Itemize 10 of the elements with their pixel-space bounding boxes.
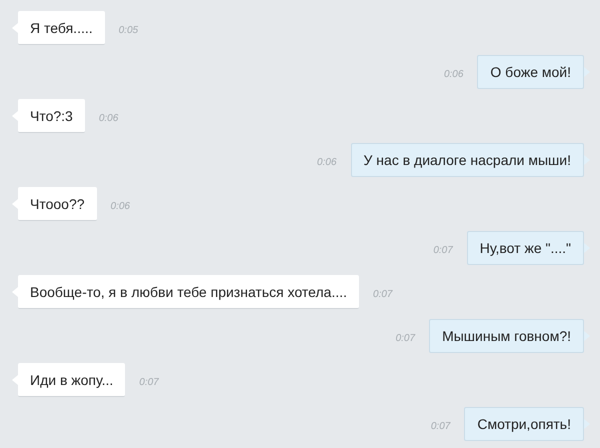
message-time: 0:07 — [373, 288, 392, 300]
message-time: 0:05 — [118, 24, 138, 36]
message-time: 0:06 — [98, 112, 118, 124]
message-time: 0:06 — [444, 68, 464, 80]
message-time: 0:06 — [110, 200, 130, 212]
message-time: 0:06 — [317, 156, 337, 168]
message-time: 0:07 — [433, 244, 453, 256]
message-time: 0:07 — [139, 376, 159, 388]
message-time: 0:07 — [396, 332, 416, 344]
message-time: 0:07 — [430, 420, 450, 432]
